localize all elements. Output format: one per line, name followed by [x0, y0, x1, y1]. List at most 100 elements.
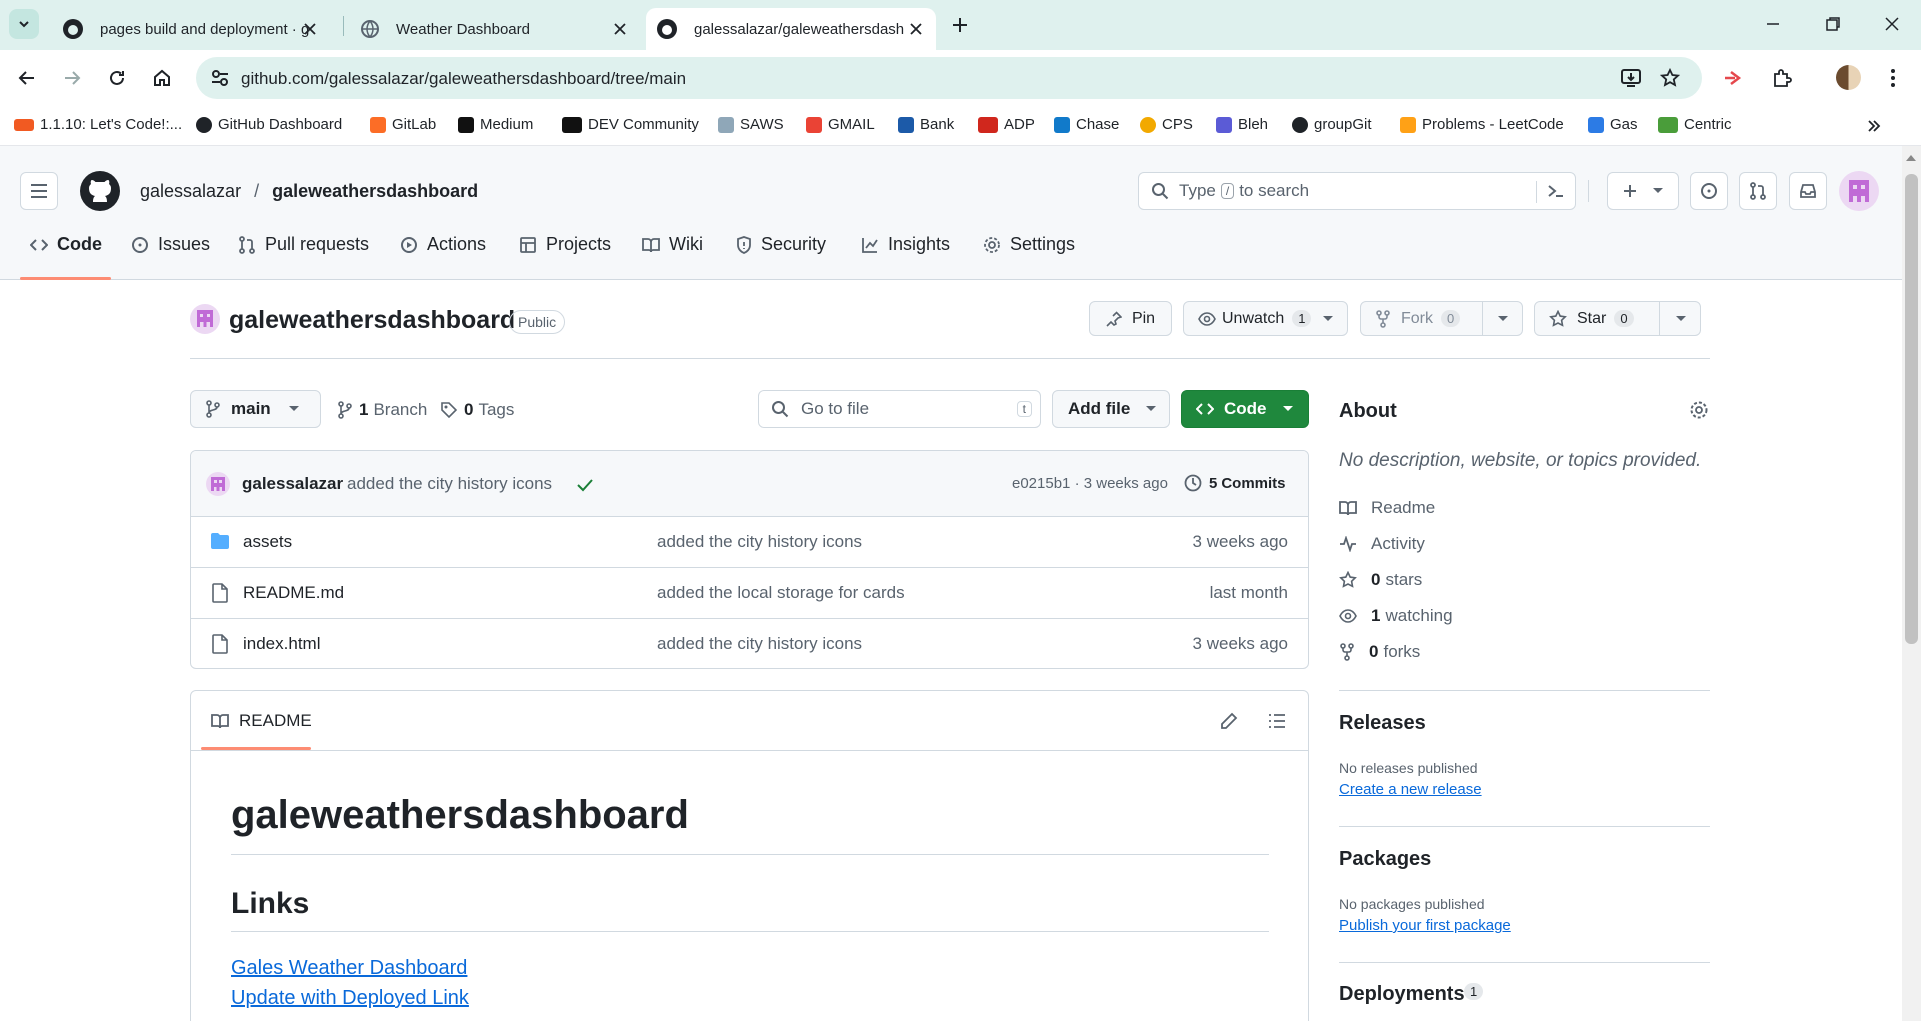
- repo-tab-wiki[interactable]: Wiki: [642, 234, 703, 255]
- go-to-file-input[interactable]: Go to file t: [758, 390, 1041, 428]
- back-icon[interactable]: [17, 68, 37, 88]
- bookmark-item[interactable]: Bank: [898, 116, 954, 133]
- file-commit-message[interactable]: added the city history icons: [657, 634, 862, 654]
- extension-red-icon[interactable]: [1723, 69, 1745, 87]
- bookmark-item[interactable]: Gas: [1588, 116, 1638, 133]
- table-row[interactable]: index.html added the city history icons …: [191, 619, 1308, 668]
- check-icon[interactable]: [576, 478, 594, 492]
- close-icon[interactable]: [302, 21, 318, 37]
- watching-link[interactable]: 1 watching: [1339, 606, 1453, 626]
- deployments-title[interactable]: Deployments: [1339, 983, 1465, 1006]
- star-button[interactable]: Star 0: [1534, 301, 1701, 336]
- repo-tab-insights[interactable]: Insights: [861, 234, 950, 255]
- repo-tab-pull-requests[interactable]: Pull requests: [238, 234, 369, 255]
- file-name[interactable]: assets: [243, 532, 292, 552]
- branch-selector[interactable]: main: [190, 390, 321, 428]
- readme-link[interactable]: Readme: [1339, 498, 1435, 518]
- stars-link[interactable]: 0 stars: [1339, 570, 1422, 590]
- bookmark-item[interactable]: CPS: [1140, 116, 1193, 133]
- close-icon[interactable]: [612, 21, 628, 37]
- code-button[interactable]: Code: [1181, 390, 1309, 428]
- readme-link[interactable]: Gales Weather Dashboard: [231, 957, 467, 980]
- forks-link[interactable]: 0 forks: [1339, 642, 1420, 662]
- gear-icon[interactable]: [1689, 400, 1709, 420]
- add-file-button[interactable]: Add file: [1052, 390, 1170, 428]
- commit-message[interactable]: added the city history icons: [347, 474, 552, 494]
- bookmark-item[interactable]: Problems - LeetCode: [1400, 116, 1564, 133]
- bookmark-item[interactable]: GitHub Dashboard: [196, 116, 342, 133]
- commit-author[interactable]: galessalazar: [242, 474, 343, 494]
- bookmark-item[interactable]: Bleh: [1216, 116, 1268, 133]
- inbox-button[interactable]: [1789, 172, 1827, 210]
- bookmark-item[interactable]: Centric: [1658, 116, 1732, 133]
- bookmark-item[interactable]: 1.1.10: Let's Code!:...: [14, 116, 182, 133]
- command-palette-icon[interactable]: [1547, 183, 1565, 199]
- address-bar[interactable]: github.com/galessalazar/galeweathersdash…: [196, 57, 1702, 99]
- install-icon[interactable]: [1620, 68, 1642, 88]
- fork-button[interactable]: Fork 0: [1360, 301, 1523, 336]
- page-scrollbar[interactable]: [1902, 146, 1921, 1021]
- repo-title[interactable]: galeweathersdashboard: [229, 306, 515, 335]
- bookmark-item[interactable]: DEV Community: [562, 116, 699, 133]
- tags-link[interactable]: 0 Tags: [440, 400, 514, 420]
- pencil-icon[interactable]: [1220, 712, 1238, 730]
- restore-icon[interactable]: [1825, 16, 1841, 32]
- readme-tab[interactable]: README: [211, 711, 312, 731]
- hamburger-button[interactable]: [20, 172, 58, 210]
- bookmark-item[interactable]: Medium: [458, 116, 533, 133]
- repo-tab-settings[interactable]: Settings: [983, 234, 1075, 255]
- file-commit-message[interactable]: added the local storage for cards: [657, 583, 905, 603]
- profile-avatar[interactable]: [1836, 65, 1861, 90]
- bookmark-item[interactable]: groupGit: [1292, 116, 1372, 133]
- readme-link[interactable]: Update with Deployed Link: [231, 987, 469, 1010]
- minimize-icon[interactable]: [1765, 16, 1781, 32]
- activity-link[interactable]: Activity: [1339, 534, 1425, 554]
- repo-tab-projects[interactable]: Projects: [519, 234, 611, 255]
- unwatch-button[interactable]: Unwatch 1: [1183, 301, 1348, 336]
- browser-tab-1[interactable]: pages build and deployment · galessalaza…: [50, 8, 330, 50]
- scrollbar-thumb[interactable]: [1905, 174, 1918, 644]
- file-name[interactable]: README.md: [243, 583, 344, 603]
- puzzle-icon[interactable]: [1772, 68, 1792, 88]
- bookmark-item[interactable]: GitLab: [370, 116, 436, 133]
- new-tab-icon[interactable]: [950, 15, 970, 35]
- publish-package-link[interactable]: Publish your first package: [1339, 917, 1511, 934]
- kebab-menu-icon[interactable]: [1890, 68, 1896, 88]
- repo-tab-actions[interactable]: Actions: [400, 234, 486, 255]
- browser-tab-3-active[interactable]: galessalazar/galeweathersdashboard: [646, 8, 936, 50]
- pull-requests-button[interactable]: [1739, 172, 1777, 210]
- bookmark-item[interactable]: SAWS: [718, 116, 784, 133]
- branches-link[interactable]: 1 Branch: [337, 400, 427, 420]
- create-release-link[interactable]: Create a new release: [1339, 781, 1482, 798]
- commit-hash-time[interactable]: e0215b1 · 3 weeks ago: [1012, 475, 1168, 492]
- user-avatar[interactable]: [1839, 171, 1879, 211]
- bookmark-item[interactable]: GMAIL: [806, 116, 875, 133]
- global-search-input[interactable]: Type / to search: [1138, 172, 1576, 210]
- close-icon[interactable]: [908, 21, 924, 37]
- commits-link[interactable]: 5 Commits: [1183, 473, 1286, 493]
- browser-tab-2[interactable]: Weather Dashboard: [350, 8, 640, 50]
- packages-title[interactable]: Packages: [1339, 848, 1431, 871]
- table-row[interactable]: assets added the city history icons 3 we…: [191, 517, 1308, 568]
- repo-tab-security[interactable]: Security: [736, 234, 826, 255]
- tab-search-button[interactable]: [9, 9, 39, 39]
- bookmark-item[interactable]: ADP: [978, 116, 1035, 133]
- table-row[interactable]: README.md added the local storage for ca…: [191, 568, 1308, 619]
- scroll-up-icon[interactable]: [1906, 154, 1916, 162]
- repo-link[interactable]: galeweathersdashboard: [272, 181, 478, 201]
- create-new-button[interactable]: [1607, 172, 1679, 210]
- more-bookmarks-icon[interactable]: [1866, 118, 1882, 134]
- file-name[interactable]: index.html: [243, 634, 320, 654]
- forward-icon[interactable]: [62, 68, 82, 88]
- close-window-icon[interactable]: [1884, 16, 1900, 32]
- reload-icon[interactable]: [107, 68, 127, 88]
- repo-tab-code[interactable]: Code: [30, 234, 102, 255]
- issues-button[interactable]: [1690, 172, 1728, 210]
- outline-icon[interactable]: [1268, 713, 1286, 729]
- releases-title[interactable]: Releases: [1339, 712, 1426, 735]
- site-info-icon[interactable]: [210, 68, 230, 88]
- repo-tab-issues[interactable]: Issues: [131, 234, 210, 255]
- star-bookmark-icon[interactable]: [1660, 68, 1680, 88]
- file-commit-message[interactable]: added the city history icons: [657, 532, 862, 552]
- owner-link[interactable]: galessalazar: [140, 181, 241, 201]
